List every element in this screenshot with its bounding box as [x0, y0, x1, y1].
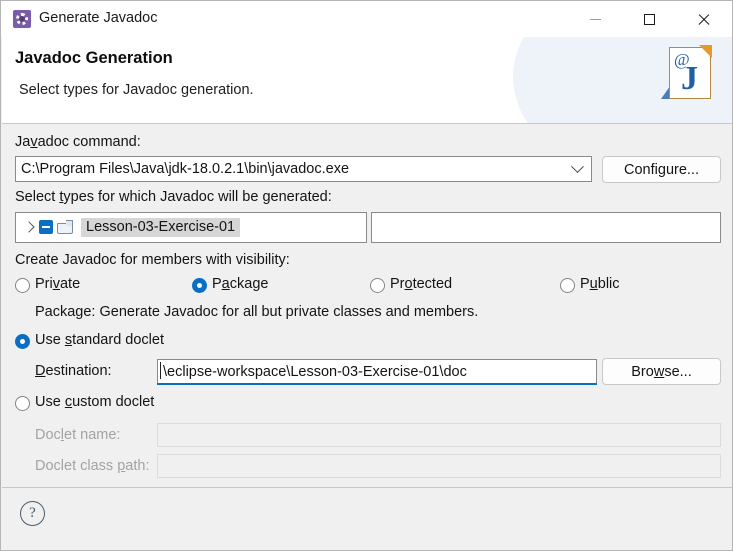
- java-j-icon: J: [681, 60, 698, 97]
- maximize-icon: [643, 13, 655, 25]
- radio-public-label[interactable]: Public: [580, 276, 620, 292]
- radio-private[interactable]: [15, 278, 30, 293]
- visibility-description: Package: Generate Javadoc for all but pr…: [35, 304, 479, 320]
- generate-javadoc-dialog: Generate Javadoc Javadoc Generation Sele…: [0, 0, 733, 551]
- chevron-right-icon[interactable]: [19, 221, 39, 233]
- checkbox-partial-icon[interactable]: [39, 220, 53, 234]
- tree-row[interactable]: Lesson-03-Exercise-01: [19, 216, 241, 238]
- destination-input[interactable]: \eclipse-workspace\Lesson-03-Exercise-01…: [157, 359, 597, 385]
- radio-package[interactable]: [192, 278, 207, 293]
- radio-use-custom-doclet[interactable]: [15, 396, 30, 411]
- select-types-label: Select types for which Javadoc will be g…: [15, 189, 332, 205]
- destination-value: \eclipse-workspace\Lesson-03-Exercise-01…: [163, 364, 467, 380]
- destination-focus-underline: [157, 383, 597, 385]
- radio-use-standard-doclet-label[interactable]: Use standard doclet: [35, 332, 164, 348]
- dialog-body: Javadoc command: C:\Program Files\Java\j…: [2, 124, 732, 487]
- close-icon: [697, 13, 710, 26]
- radio-protected[interactable]: [370, 278, 385, 293]
- tree-item-label: Lesson-03-Exercise-01: [81, 217, 241, 237]
- text-caret: [160, 362, 161, 379]
- minimize-icon: [589, 18, 601, 20]
- configure-button[interactable]: Confi g ure...: [602, 156, 721, 183]
- types-tree[interactable]: Lesson-03-Exercise-01: [15, 212, 367, 243]
- minimize-button[interactable]: [572, 1, 618, 37]
- radio-protected-label[interactable]: Protected: [390, 276, 452, 292]
- page-subtitle: Select types for Javadoc generation.: [19, 82, 254, 98]
- wizard-header: Javadoc Generation Select types for Java…: [2, 37, 732, 123]
- browse-button[interactable]: Bro w se...: [602, 358, 721, 385]
- javadoc-banner-icon: @ J: [647, 45, 715, 115]
- javadoc-command-combo[interactable]: C:\Program Files\Java\jdk-18.0.2.1\bin\j…: [15, 156, 592, 182]
- doclet-class-path-input[interactable]: [157, 454, 721, 478]
- close-button[interactable]: [680, 1, 726, 37]
- radio-use-custom-doclet-label[interactable]: Use custom doclet: [35, 394, 154, 410]
- destination-label: Destination:: [35, 363, 112, 379]
- window-title: Generate Javadoc: [39, 10, 158, 26]
- types-member-list[interactable]: [371, 212, 721, 243]
- visibility-label: Create Javadoc for members with visibili…: [15, 252, 290, 268]
- eclipse-wizard-icon: [13, 10, 31, 28]
- page-fold-icon: [699, 45, 712, 58]
- javadoc-command-value: C:\Program Files\Java\jdk-18.0.2.1\bin\j…: [21, 161, 350, 177]
- javadoc-command-label: Javadoc command:: [15, 134, 141, 150]
- chevron-down-icon[interactable]: [563, 159, 591, 174]
- radio-private-label[interactable]: Private: [35, 276, 80, 292]
- page-title: Javadoc Generation: [15, 49, 173, 67]
- doclet-class-path-label: Doclet class path:: [35, 458, 150, 474]
- title-bar: Generate Javadoc: [1, 1, 732, 37]
- dialog-footer: ? < Back Next > Finish Cancel: [2, 487, 732, 550]
- radio-public[interactable]: [560, 278, 575, 293]
- help-icon[interactable]: ?: [20, 501, 45, 526]
- maximize-button[interactable]: [626, 1, 672, 37]
- document-icon: @ J: [669, 45, 712, 99]
- doclet-name-label: Doclet name:: [35, 427, 121, 443]
- folder-open-icon: [57, 219, 75, 235]
- radio-package-label[interactable]: Package: [212, 276, 268, 292]
- radio-use-standard-doclet[interactable]: [15, 334, 30, 349]
- doclet-name-input[interactable]: [157, 423, 721, 447]
